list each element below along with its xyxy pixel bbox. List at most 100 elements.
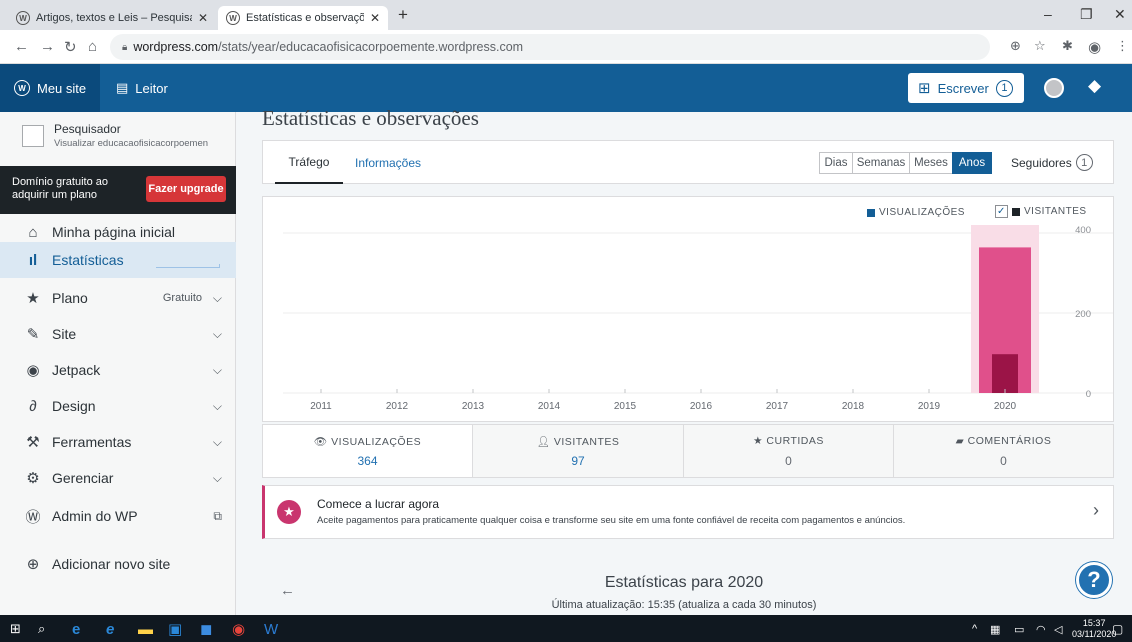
profile-icon[interactable]: ◉ <box>1088 38 1101 56</box>
sidebar-item-label: Estatísticas <box>52 252 124 268</box>
period-months[interactable]: Meses <box>909 152 953 174</box>
sidebar-item-design[interactable]: ∂ Design ⌵ <box>0 388 236 424</box>
forward-icon[interactable]: → <box>40 38 55 55</box>
sidebar-item-label: Site <box>52 326 77 342</box>
sparkline <box>156 264 220 268</box>
avatar[interactable] <box>1044 78 1064 98</box>
stat-value: 97 <box>571 454 585 468</box>
url-input[interactable]: 🔒︎ wordpress.com/stats/year/educacaofisi… <box>110 34 990 60</box>
wordpress-icon: W <box>16 11 30 25</box>
reader-button[interactable]: ▤ Leitor <box>116 64 168 112</box>
y-tick-label: 200 <box>1075 309 1091 320</box>
period-days[interactable]: Dias <box>819 152 853 174</box>
my-site-button[interactable]: W Meu site <box>0 64 100 112</box>
close-icon[interactable]: ✕ <box>370 11 380 25</box>
sidebar: Pesquisador Visualizar educacaofisicacor… <box>0 112 236 615</box>
clock[interactable]: 15:37 03/11/2020 <box>1072 618 1116 640</box>
stat-visitors[interactable]: 👤︎ VISITANTES 97 <box>473 425 684 477</box>
mail-icon[interactable]: ◼ <box>200 620 212 638</box>
sidebar-item-label: Gerenciar <box>52 470 114 486</box>
stat-likes[interactable]: ★ CURTIDAS 0 <box>684 425 894 477</box>
browser-tab[interactable]: W Artigos, textos e Leis – Pesquisad ✕ <box>8 6 216 30</box>
sidebar-item-stats[interactable]: ıl Estatísticas <box>0 242 236 278</box>
edge-icon[interactable]: e <box>72 620 80 638</box>
site-card[interactable]: Pesquisador Visualizar educacaofisicacor… <box>0 112 236 164</box>
new-tab-button[interactable]: + <box>398 5 408 25</box>
minimize-icon[interactable]: – <box>1044 6 1052 22</box>
sidebar-item-tools[interactable]: ⚒ Ferramentas ⌵ <box>0 424 236 460</box>
menu-icon[interactable]: ⋮ <box>1116 38 1129 54</box>
my-site-label: Meu site <box>37 80 87 96</box>
stat-views[interactable]: 👁︎ VISUALIZAÇÕES 364 <box>263 425 473 477</box>
notifications-icon[interactable]: ◆ <box>1088 76 1101 96</box>
period-weeks[interactable]: Semanas <box>852 152 910 174</box>
sidebar-item-site[interactable]: ✎ Site ⌵ <box>0 316 236 352</box>
period-years[interactable]: Anos <box>952 152 992 174</box>
followers-button[interactable]: Seguidores 1 <box>1011 141 1093 184</box>
sidebar-item-label: Jetpack <box>52 362 101 378</box>
chevron-right-icon[interactable]: › <box>1093 500 1099 521</box>
x-tick-label: 2013 <box>462 401 485 412</box>
person-icon: 👤︎ <box>536 436 551 448</box>
sidebar-item-wp-admin[interactable]: Ⓦ Admin do WP ⧉ <box>0 498 236 534</box>
wordpress-icon: W <box>14 80 30 96</box>
ie-icon[interactable]: e <box>106 620 114 638</box>
home-icon: ⌂ <box>28 223 38 241</box>
close-icon[interactable]: ✕ <box>198 11 208 25</box>
external-link-icon: ⧉ <box>213 508 222 523</box>
upgrade-button[interactable]: Fazer upgrade <box>146 176 226 202</box>
notification-center-icon[interactable]: ▢ <box>1112 620 1123 638</box>
chevron-down-icon: ⌵ <box>212 434 222 449</box>
plan-badge: Gratuito <box>162 292 202 304</box>
x-tick-label: 2015 <box>614 401 637 412</box>
store-icon[interactable]: ▣ <box>168 620 182 638</box>
chart-card: VISUALIZAÇÕES ✓ VISITANTES 0 200 400 2011 20… <box>262 196 1114 422</box>
volume-icon[interactable]: ◁ <box>1054 620 1062 638</box>
stats-summary: 👁︎ VISUALIZAÇÕES 364 👤︎ VISITANTES 97 ★ … <box>262 424 1114 478</box>
wifi-icon[interactable]: ◠ <box>1036 620 1046 638</box>
sidebar-item-jetpack[interactable]: ◉ Jetpack ⌵ <box>0 352 236 388</box>
battery-icon[interactable]: ▭ <box>1014 620 1024 638</box>
stat-comments[interactable]: ▰ COMENTÁRIOS 0 <box>894 425 1113 477</box>
drafts-count: 1 <box>995 79 1013 97</box>
bookmark-star-icon[interactable]: ☆ <box>1034 38 1046 54</box>
promo-banner[interactable]: ★ Comece a lucrar agora Aceite pagamento… <box>262 485 1114 539</box>
word-icon[interactable]: W <box>264 620 278 638</box>
clock-time: 15:37 <box>1082 618 1106 628</box>
clock-date: 03/11/2020 <box>1072 629 1117 639</box>
chevron-down-icon: ⌵ <box>212 398 222 413</box>
back-icon[interactable]: ← <box>14 38 29 55</box>
chevron-down-icon: ⌵ <box>212 362 222 377</box>
site-name: Pesquisador <box>54 122 121 136</box>
lock-icon: 🔒︎ <box>122 41 128 53</box>
reader-icon: ▤ <box>116 80 129 95</box>
file-explorer-icon[interactable]: ▬ <box>138 620 153 638</box>
stat-label: VISUALIZAÇÕES <box>331 436 422 448</box>
stats-tabs: Tráfego Informações Dias Semanas Meses A… <box>262 140 1114 184</box>
reload-icon[interactable]: ↻ <box>64 38 77 56</box>
windows-start-icon[interactable]: ⊞ <box>10 620 21 638</box>
write-button[interactable]: ⊞ Escrever 1 <box>908 73 1024 103</box>
add-site-button[interactable]: ⊕ Adicionar novo site <box>0 546 236 582</box>
sidebar-item-label: Minha página inicial <box>52 224 175 240</box>
tab-insights[interactable]: Informações <box>355 141 421 184</box>
close-window-icon[interactable]: ✕ <box>1114 6 1126 23</box>
tray-chevron-icon[interactable]: ^ <box>972 620 977 638</box>
chrome-icon[interactable]: ◉ <box>232 620 245 638</box>
browser-tab-active[interactable]: W Estatísticas e observações ‹ Pesq ✕ <box>218 6 388 30</box>
home-icon[interactable]: ⌂ <box>88 38 97 55</box>
sidebar-item-manage[interactable]: ⚙ Gerenciar ⌵ <box>0 460 236 496</box>
site-url[interactable]: Visualizar educacaofisicacorpoemen <box>54 138 224 149</box>
pencil-icon: ✎ <box>26 326 40 343</box>
network-icon[interactable]: ▦ <box>990 620 1000 638</box>
x-tick-label: 2012 <box>386 401 409 412</box>
help-button[interactable]: ? <box>1076 562 1112 598</box>
tab-traffic[interactable]: Tráfego <box>275 141 343 184</box>
plus-circle-icon: ⊕ <box>26 556 40 573</box>
search-icon[interactable]: ⌕ <box>38 620 45 638</box>
sidebar-item-plan[interactable]: ★ Plano Gratuito ⌵ <box>0 280 236 316</box>
extensions-icon[interactable]: ✱ <box>1062 38 1073 54</box>
restore-icon[interactable]: ❐ <box>1080 6 1093 23</box>
x-tick-label: 2016 <box>690 401 713 412</box>
zoom-icon[interactable]: ⊕ <box>1010 38 1021 54</box>
